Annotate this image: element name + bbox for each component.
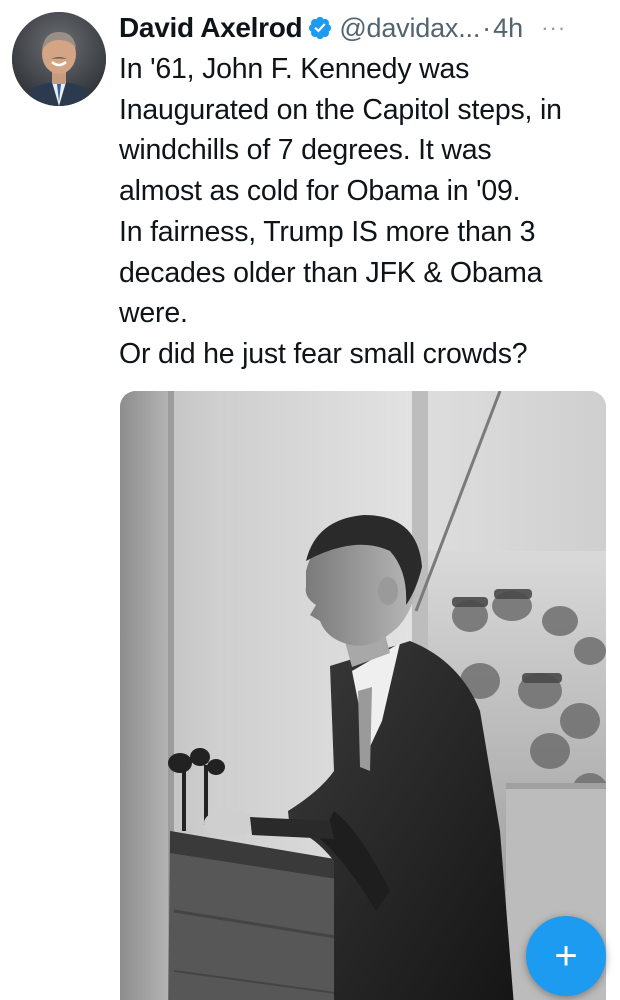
verified-badge-icon — [307, 15, 333, 41]
tweet-text: In '61, John F. Kennedy was Inaugurated … — [119, 49, 614, 375]
tweet-text-line: windchills of 7 degrees. It was — [119, 134, 492, 167]
header-separator: · — [482, 12, 492, 43]
photo-image — [120, 391, 606, 1000]
timestamp[interactable]: 4h — [493, 13, 523, 44]
author-handle[interactable]: @davidax... — [339, 13, 480, 44]
avatar-image — [12, 12, 106, 106]
tweet-text-line: In fairness, Trump IS more than 3 — [119, 215, 536, 248]
avatar[interactable] — [12, 12, 106, 106]
tweet[interactable]: David Axelrod @davidax... · 4h ··· In '6… — [0, 0, 620, 1000]
compose-button[interactable]: + — [526, 916, 606, 996]
tweet-photo[interactable] — [120, 391, 606, 1000]
tweet-text-line: almost as cold for Obama in '09. — [119, 175, 521, 208]
tweet-text-line: In '61, John F. Kennedy was — [119, 53, 470, 85]
tweet-text-line: were. — [119, 297, 188, 330]
tweet-header: David Axelrod @davidax... · 4h ··· — [119, 8, 606, 48]
tweet-text-line: Or did he just fear small crowds? — [119, 337, 528, 370]
author-name[interactable]: David Axelrod — [119, 12, 303, 44]
tweet-text-line: decades older than JFK & Obama — [119, 256, 543, 289]
tweet-text-line: Inaugurated on the Capitol steps, in — [119, 93, 562, 126]
more-options-icon[interactable]: ··· — [541, 15, 566, 41]
plus-icon: + — [554, 934, 578, 978]
